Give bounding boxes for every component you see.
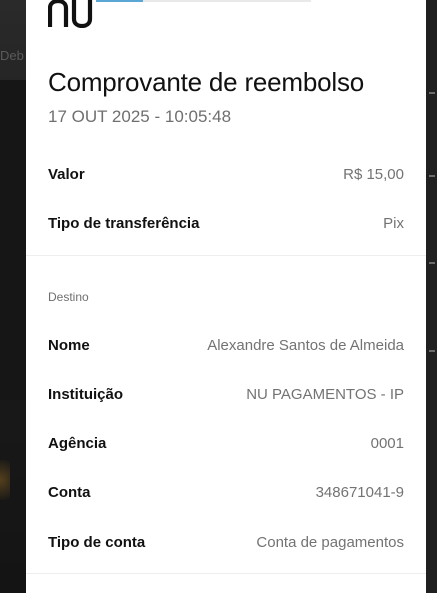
destination-value: 0001 [370,434,404,452]
background-right-edge [425,0,437,593]
destination-value: Conta de pagamentos [256,533,404,551]
destination-label: Agência [48,434,107,452]
receipt-sheet[interactable]: Comprovante de reembolso 17 OUT 2025 - 1… [26,0,426,593]
destination-row-nome: Nome Alexandre Santos de Almeida [48,334,404,356]
destination-label: Tipo de conta [48,533,146,551]
destination-value: Alexandre Santos de Almeida [207,336,404,354]
background-mark [429,262,435,264]
section-divider [26,255,426,256]
destination-value: NU PAGAMENTOS - IP [246,385,404,403]
summary-row-valor: Valor R$ 15,00 [48,163,404,185]
destination-row-agencia: Agência 0001 [48,432,404,454]
section-divider [26,573,426,574]
destination-label: Conta [48,483,91,501]
destination-label: Nome [48,336,90,354]
story-progress-fill [96,0,144,2]
summary-value: R$ 15,00 [343,165,404,183]
background-glow [0,460,10,500]
page-title: Comprovante de reembolso [48,67,365,97]
background-mark [429,350,435,352]
background-mark [429,175,435,177]
receipt-timestamp: 17 OUT 2025 - 10:05:48 [48,107,232,126]
destination-value: 348671041-9 [315,483,404,501]
background-panel [0,80,26,400]
destination-section-label: Destino [48,290,89,304]
nubank-logo-icon [48,0,93,28]
destination-row-conta: Conta 348671041-9 [48,481,404,503]
background-partial-text: Deb [0,48,24,63]
background-mark [429,92,435,94]
story-progress-track [96,0,311,2]
summary-label: Valor [48,165,85,183]
summary-row-tipo-transferencia: Tipo de transferência Pix [48,212,404,234]
summary-value: Pix [383,214,404,232]
destination-row-instituicao: Instituição NU PAGAMENTOS - IP [48,383,404,405]
destination-row-tipo-conta: Tipo de conta Conta de pagamentos [48,531,404,553]
destination-label: Instituição [48,385,124,403]
summary-label: Tipo de transferência [48,214,200,232]
